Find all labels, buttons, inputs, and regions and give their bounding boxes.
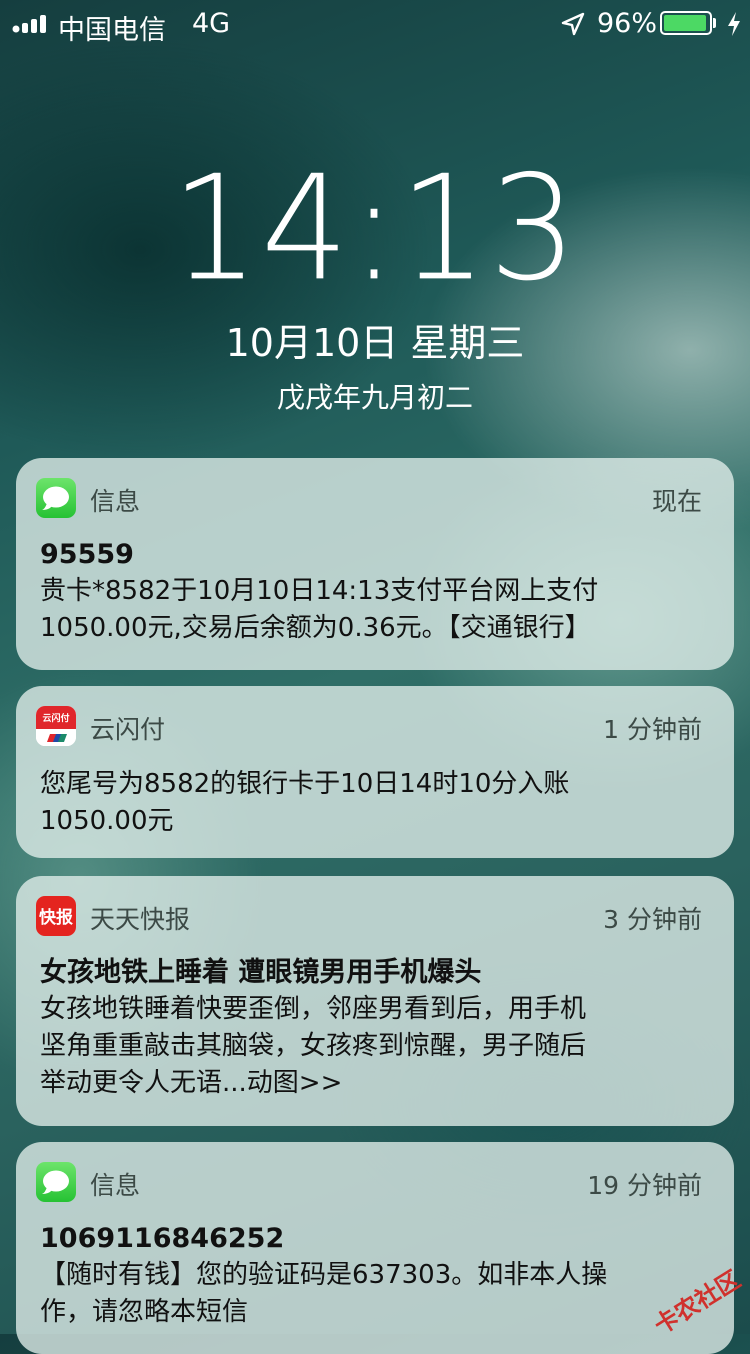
notification-app-name: 信息 [90, 1171, 141, 1200]
notification-app-name: 信息 [90, 487, 141, 516]
notification-card[interactable]: 信息 现在 95559 贵卡*8582于10月10日14:13支付平台网上支付 … [16, 458, 734, 670]
notification-app-name: 云闪付 [90, 715, 166, 744]
notification-title: 女孩地铁上睡着 遭眼镜男用手机爆头 [40, 957, 482, 988]
notification-header: 信息 19 分钟前 [16, 1142, 734, 1224]
battery-icon [660, 11, 712, 35]
network-type: 4G [192, 8, 231, 39]
notification-text: 女孩地铁睡着快要歪倒，邻座男看到后，用手机 坚角重重敲击其脑袋，女孩疼到惊醒，男… [40, 994, 587, 1098]
messages-icon [36, 1162, 76, 1202]
notification-title: 95559 [40, 539, 134, 570]
notification-header: 云闪付 云闪付 1 分钟前 [16, 686, 734, 768]
notification-card[interactable]: 云闪付 云闪付 1 分钟前 您尾号为8582的银行卡于10日14时10分入账 1… [16, 686, 734, 858]
notification-time: 3 分钟前 [603, 905, 702, 934]
notification-text: 贵卡*8582于10月10日14:13支付平台网上支付 1050.00元,交易后… [40, 576, 599, 643]
battery-level-fill [664, 15, 707, 31]
notification-title: 1069116846252 [40, 1223, 285, 1254]
notification-app-name: 天天快报 [90, 905, 191, 934]
notification-body: 1069116846252 【随时有钱】您的验证码是637303。如非本人操 作… [40, 1220, 710, 1331]
charging-bolt-icon [728, 12, 740, 36]
notification-time: 1 分钟前 [603, 715, 702, 744]
signal-bars-icon [12, 15, 46, 33]
lock-screen-time: 14:13 [171, 143, 579, 314]
notification-body: 95559 贵卡*8582于10月10日14:13支付平台网上支付 1050.0… [40, 536, 710, 647]
notification-text: 您尾号为8582的银行卡于10日14时10分入账 1050.00元 [40, 769, 570, 836]
notification-time: 现在 [651, 487, 702, 516]
notification-header: 信息 现在 [16, 458, 734, 540]
lock-screen-date: 10月10日 星期三 [225, 321, 525, 365]
notification-card[interactable]: 信息 19 分钟前 1069116846252 【随时有钱】您的验证码是6373… [16, 1142, 734, 1354]
lunar-date: 戊戌年九月初二 [276, 381, 473, 414]
notification-body: 女孩地铁上睡着 遭眼镜男用手机爆头 女孩地铁睡着快要歪倒，邻座男看到后，用手机 … [40, 954, 710, 1102]
location-arrow-icon [561, 12, 585, 36]
carrier-name: 中国电信 [58, 15, 166, 46]
kuaibao-icon-label: 快报 [39, 907, 73, 928]
unionpay-icon-label: 云闪付 [42, 712, 69, 724]
notification-text: 【随时有钱】您的验证码是637303。如非本人操 作，请忽略本短信 [40, 1260, 608, 1327]
battery-percent: 96% [597, 8, 658, 39]
status-bar: 中国电信 4G 96% [0, 0, 750, 48]
notification-card[interactable]: 快报 天天快报 3 分钟前 女孩地铁上睡着 遭眼镜男用手机爆头 女孩地铁睡着快要… [16, 876, 734, 1126]
kuaibao-icon: 快报 [36, 896, 76, 936]
messages-icon [36, 478, 76, 518]
unionpay-icon: 云闪付 [36, 706, 76, 746]
battery-terminal [713, 18, 716, 28]
notification-body: 您尾号为8582的银行卡于10日14时10分入账 1050.00元 [40, 766, 710, 840]
notification-time: 19 分钟前 [587, 1171, 702, 1200]
notification-header: 快报 天天快报 3 分钟前 [16, 876, 734, 958]
